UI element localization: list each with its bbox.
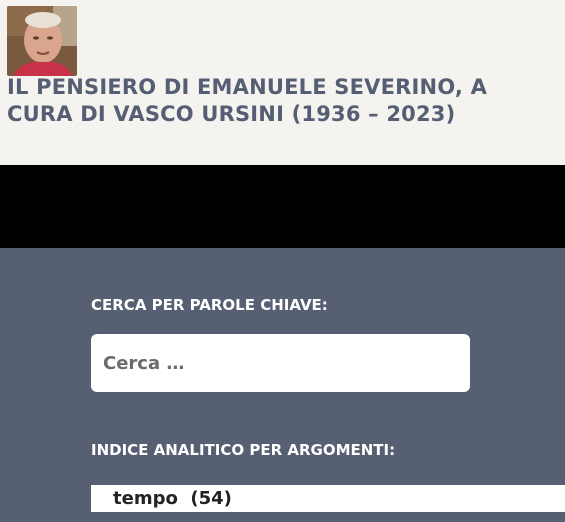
site-title[interactable]: IL PENSIERO DI EMANUELE SEVERINO, A CURA… [7,74,559,128]
search-widget-title: CERCA PER PAROLE CHIAVE: [91,296,328,314]
index-item-link[interactable]: tempo (54) [113,487,232,511]
index-item-label: tempo [113,488,178,509]
index-item-count: (54) [190,488,232,509]
author-photo[interactable] [7,6,77,76]
header-banner [0,165,565,248]
page: IL PENSIERO DI EMANUELE SEVERINO, A CURA… [0,0,565,522]
analytic-index-title: INDICE ANALITICO PER ARGOMENTI: [91,441,396,459]
index-item: tempo (54) [91,485,565,512]
sidebar: CERCA PER PAROLE CHIAVE: INDICE ANALITIC… [0,248,565,522]
search-box [91,334,470,392]
search-input[interactable] [91,334,470,392]
site-header: IL PENSIERO DI EMANUELE SEVERINO, A CURA… [0,0,565,165]
